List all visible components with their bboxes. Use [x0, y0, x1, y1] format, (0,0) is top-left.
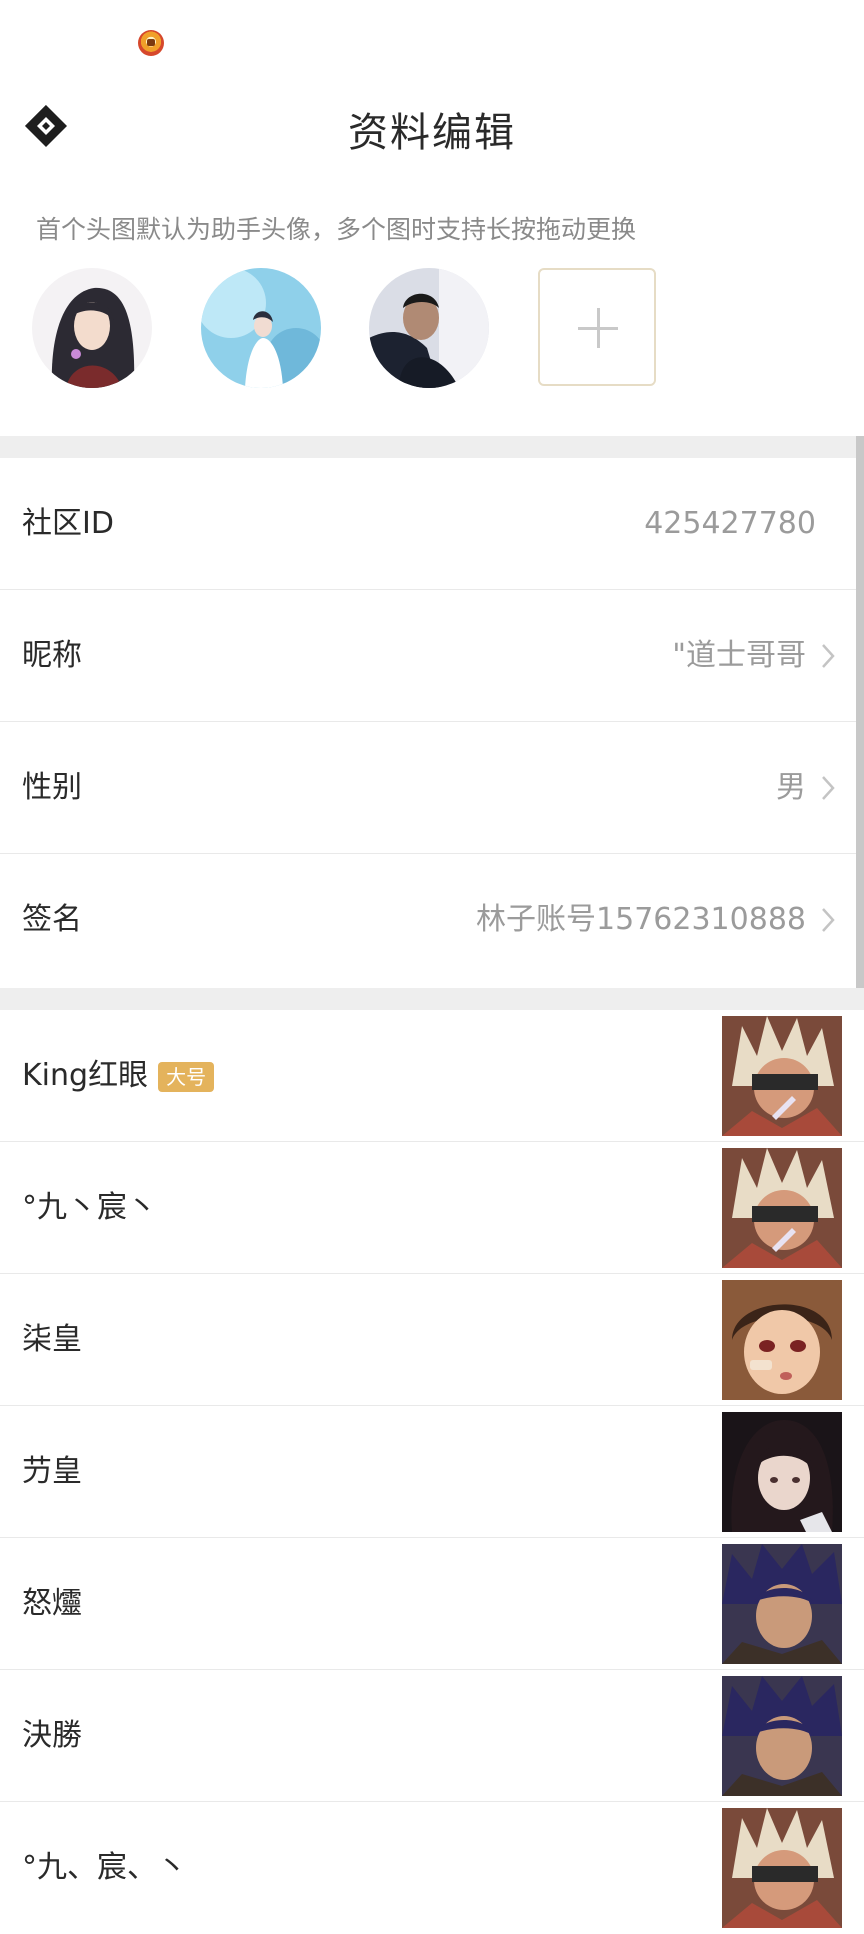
role-name: °九、宸、丶 [22, 1850, 187, 1885]
chevron-right-icon [822, 776, 835, 800]
add-avatar-button[interactable] [538, 268, 656, 386]
role-portrait [722, 1808, 842, 1928]
nickname-label: 昵称 [22, 638, 82, 673]
role-portrait [722, 1016, 842, 1136]
avatar-2[interactable] [201, 268, 321, 388]
dark-knight-icon [722, 1544, 842, 1664]
role-portrait [722, 1280, 842, 1400]
dark-knight-icon [722, 1676, 842, 1796]
chevron-right-icon [822, 644, 835, 668]
role-portrait [722, 1148, 842, 1268]
page-title: 资料编辑 [348, 110, 516, 156]
role-row[interactable]: °九丶宸丶 [0, 1142, 864, 1274]
main-account-badge: 大号 [158, 1061, 215, 1092]
community-id-label: 社区ID [22, 506, 114, 541]
role-row[interactable]: 芀皇 [0, 1406, 864, 1538]
avatar-hint: 首个头图默认为助手头像，多个图时支持长按拖动更换 [36, 215, 637, 244]
role-row[interactable]: °九、宸、丶 [0, 1802, 864, 1934]
role-name: King红眼 大号 [22, 1010, 215, 1142]
section-divider [0, 988, 864, 1010]
nickname-value: "道士哥哥 [672, 638, 806, 673]
chevron-right-icon [822, 908, 835, 932]
scrollbar[interactable] [856, 436, 864, 1006]
dark-hair-girl-icon [722, 1412, 842, 1532]
role-portrait [722, 1544, 842, 1664]
status-bar [0, 0, 864, 80]
role-name: 芀皇 [22, 1454, 82, 1489]
gender-value: 男 [776, 770, 806, 805]
section-divider [0, 436, 864, 458]
slayer-icon [722, 1016, 842, 1136]
app-notification-icon [138, 30, 164, 56]
community-id-row: 社区ID 425427780 [0, 458, 856, 590]
role-name-text: King红眼 [22, 1058, 149, 1093]
community-id-value: 425427780 [644, 506, 816, 541]
avatar-3[interactable] [369, 268, 489, 388]
signature-row[interactable]: 签名 林子账号15762310888 [0, 854, 856, 986]
role-portrait [722, 1676, 842, 1796]
role-row[interactable]: 決勝 [0, 1670, 864, 1802]
signature-value: 林子账号15762310888 [476, 902, 806, 937]
fighter-girl-icon [722, 1280, 842, 1400]
role-name: 決勝 [22, 1718, 82, 1753]
header: 资料编辑 [0, 80, 864, 170]
avatar-white-dress-icon [201, 268, 321, 388]
avatar-man-icon [369, 268, 489, 388]
slayer-icon [722, 1148, 842, 1268]
role-name: 怒爧 [22, 1586, 82, 1621]
avatar-1[interactable] [32, 268, 152, 388]
role-row[interactable]: 怒爧 [0, 1538, 864, 1670]
gender-row[interactable]: 性别 男 [0, 722, 856, 854]
gender-label: 性别 [22, 770, 82, 805]
slayer-icon [722, 1808, 842, 1928]
role-row[interactable]: 柒皇 [0, 1274, 864, 1406]
role-portrait [722, 1412, 842, 1532]
role-row[interactable]: King红眼 大号 [0, 1010, 864, 1142]
role-name: 柒皇 [22, 1322, 82, 1357]
signature-label: 签名 [22, 902, 82, 937]
nickname-row[interactable]: 昵称 "道士哥哥 [0, 590, 856, 722]
role-name: °九丶宸丶 [22, 1190, 157, 1225]
avatar-girl-icon [32, 268, 152, 388]
